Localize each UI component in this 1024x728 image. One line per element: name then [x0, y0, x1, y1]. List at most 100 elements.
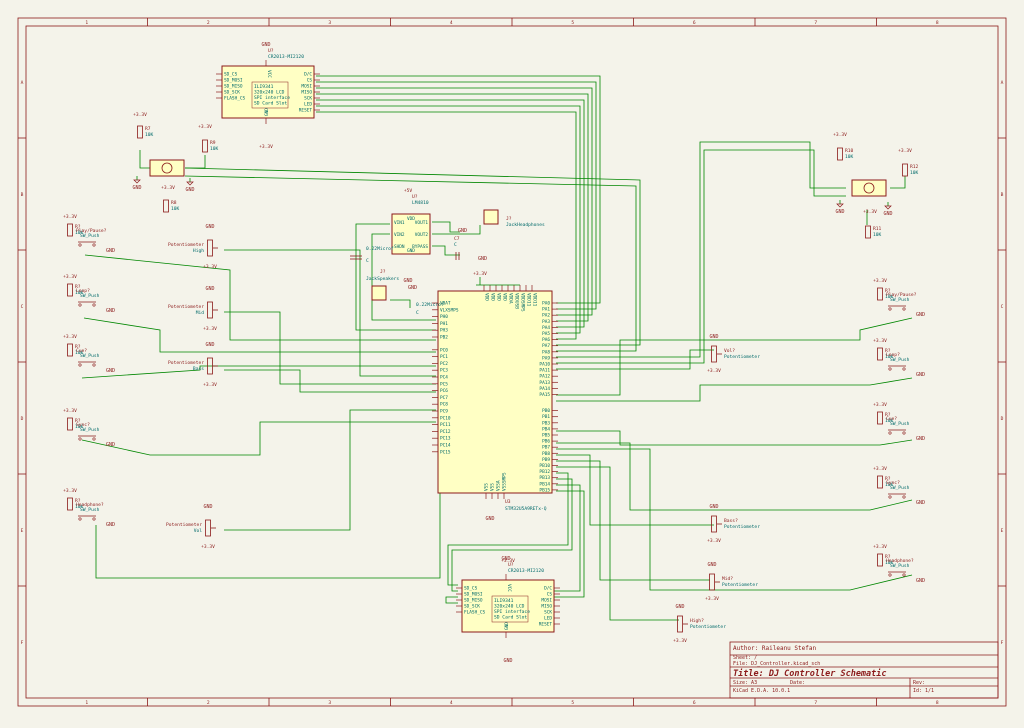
lcd-pin-label: CS [307, 78, 313, 84]
lcd-pin-label: MOSI [301, 84, 312, 90]
amp-power: +5V [404, 188, 413, 194]
amp-value: LM4810 [412, 200, 429, 206]
border-col-top: 5 [571, 20, 574, 26]
button-terminal [92, 363, 96, 367]
amp-cin-type: C [366, 258, 369, 264]
mcu-pin-label: PC7 [440, 395, 448, 401]
power-label: +3.3V [873, 544, 887, 550]
amp-c7-type: C [454, 242, 457, 248]
button-terminal [888, 573, 892, 577]
lcd-pin-label: LED [304, 102, 312, 108]
button-terminal [78, 363, 82, 367]
power-label: +3.3V [63, 214, 77, 220]
border-row-right: A [1001, 80, 1004, 86]
border-row-left: B [21, 192, 24, 198]
power-label: +3.3V [833, 132, 847, 138]
gnd-symbol [133, 179, 141, 184]
mcu-pin-label: PB12 [539, 469, 550, 475]
power-label: +3.3V [161, 185, 175, 191]
mcu-pin-label: PC3 [440, 368, 448, 374]
mcu-pin-label: PC5 [440, 381, 448, 387]
amp-pin-label: GND [407, 248, 415, 254]
pot-gnd: GND [709, 504, 718, 510]
pot-gnd: GND [205, 224, 214, 230]
mcu-pin-label: PC13 [440, 436, 451, 442]
power-label: +3.3V [873, 338, 887, 344]
amp-c7-gnd: GND [478, 256, 487, 262]
button-gnd: GND [916, 578, 925, 584]
mcu-pin-label: PC4 [440, 375, 448, 381]
gnd-symbol [884, 205, 892, 210]
lcd-pin-label: RESET [539, 622, 553, 628]
pot-power: +3.3V [203, 326, 217, 332]
button-type: SW_Push [80, 233, 100, 239]
lcd-pin-label: FLASH_CS [464, 610, 486, 616]
mcu-pin-label: PB13 [539, 475, 550, 481]
potentiometer-body [677, 615, 683, 633]
potentiometer-body [207, 301, 213, 319]
resistor-ref: R8 [171, 200, 177, 206]
lcd-value: CR2013-MI2120 [508, 568, 544, 574]
button-terminal [888, 367, 892, 371]
button-terminal [78, 437, 82, 441]
potentiometer-name: Potentiometer [724, 524, 760, 530]
mcu-pin-label: VDDUSB [514, 293, 520, 309]
border-row-left: F [21, 640, 24, 646]
power-label: +3.3V [63, 408, 77, 414]
potentiometer-name: Potentiometer [722, 582, 758, 588]
mcu-pin-label: PA10 [539, 362, 550, 368]
lcd-pin-label: SD_MOSI [464, 592, 483, 598]
border-col-bottom: 2 [207, 700, 210, 706]
lcd-pin-label: SD_SCK [224, 90, 240, 96]
resistor-value: 10K [873, 232, 882, 238]
border-row-right: D [1001, 416, 1004, 422]
amp-c7: C7 [454, 236, 460, 242]
button-terminal [902, 573, 906, 577]
lcd-screen-label: SPI interface [254, 95, 290, 101]
lcd-pin-label: SD_CS [224, 72, 238, 78]
lcd-pin-label: SD_MISO [464, 598, 483, 604]
button-gnd: GND [106, 442, 115, 448]
border-row-left: C [21, 304, 24, 310]
mcu-pin-label: PA7 [542, 343, 550, 349]
mcu-power-label: +3.3V [473, 271, 487, 277]
mcu-pin-label: PA13 [539, 380, 550, 386]
lcd-pin-label: MOSI [541, 598, 552, 604]
potentiometer-name: Bass [193, 366, 204, 372]
border-col-bottom: 3 [328, 700, 331, 706]
potentiometer-name: High [193, 248, 204, 254]
power-label: +3.3V [133, 112, 147, 118]
mcu-pin-label: PB6 [542, 439, 550, 445]
border-row-left: E [21, 528, 24, 534]
border-row-left: A [21, 80, 24, 86]
lcd-pin-label: D/C [544, 586, 552, 592]
lcd-gnd-top: GND [261, 42, 270, 48]
potentiometer-ref: Vol? [724, 348, 735, 354]
button-gnd: GND [916, 436, 925, 442]
pot-gnd: GND [205, 342, 214, 348]
resistor-value: 10K [171, 206, 180, 212]
mcu-pin-label: PB14 [539, 481, 550, 487]
mcu-pin-label: PB7 [542, 445, 550, 451]
lcd-vcc-label: VCC [506, 584, 512, 592]
border-col-bottom: 1 [85, 700, 88, 706]
button-terminal [902, 307, 906, 311]
title-main: Title: DJ Controller Schematic [733, 668, 887, 679]
gnd-label: GND [132, 185, 141, 191]
button-gnd: GND [916, 312, 925, 318]
button-type: SW_Push [80, 353, 100, 359]
mcu-pin-label: VDDA [508, 293, 514, 304]
lcd-pin-label: SD_CS [464, 586, 478, 592]
potentiometer-body [709, 573, 715, 591]
border-col-top: 3 [328, 20, 331, 26]
resistor-body [877, 411, 883, 425]
button-terminal [78, 517, 82, 521]
mcu-pin-label: PA8 [542, 349, 550, 355]
resistor-body [877, 347, 883, 361]
resistor-body [67, 417, 73, 431]
mcu-pin-label: PB9 [542, 457, 550, 463]
title-date: Date: [790, 680, 805, 686]
lcd-pin-label: SCK [544, 610, 552, 616]
power-label: +3.3V [63, 334, 77, 340]
button-gnd: GND [106, 368, 115, 374]
